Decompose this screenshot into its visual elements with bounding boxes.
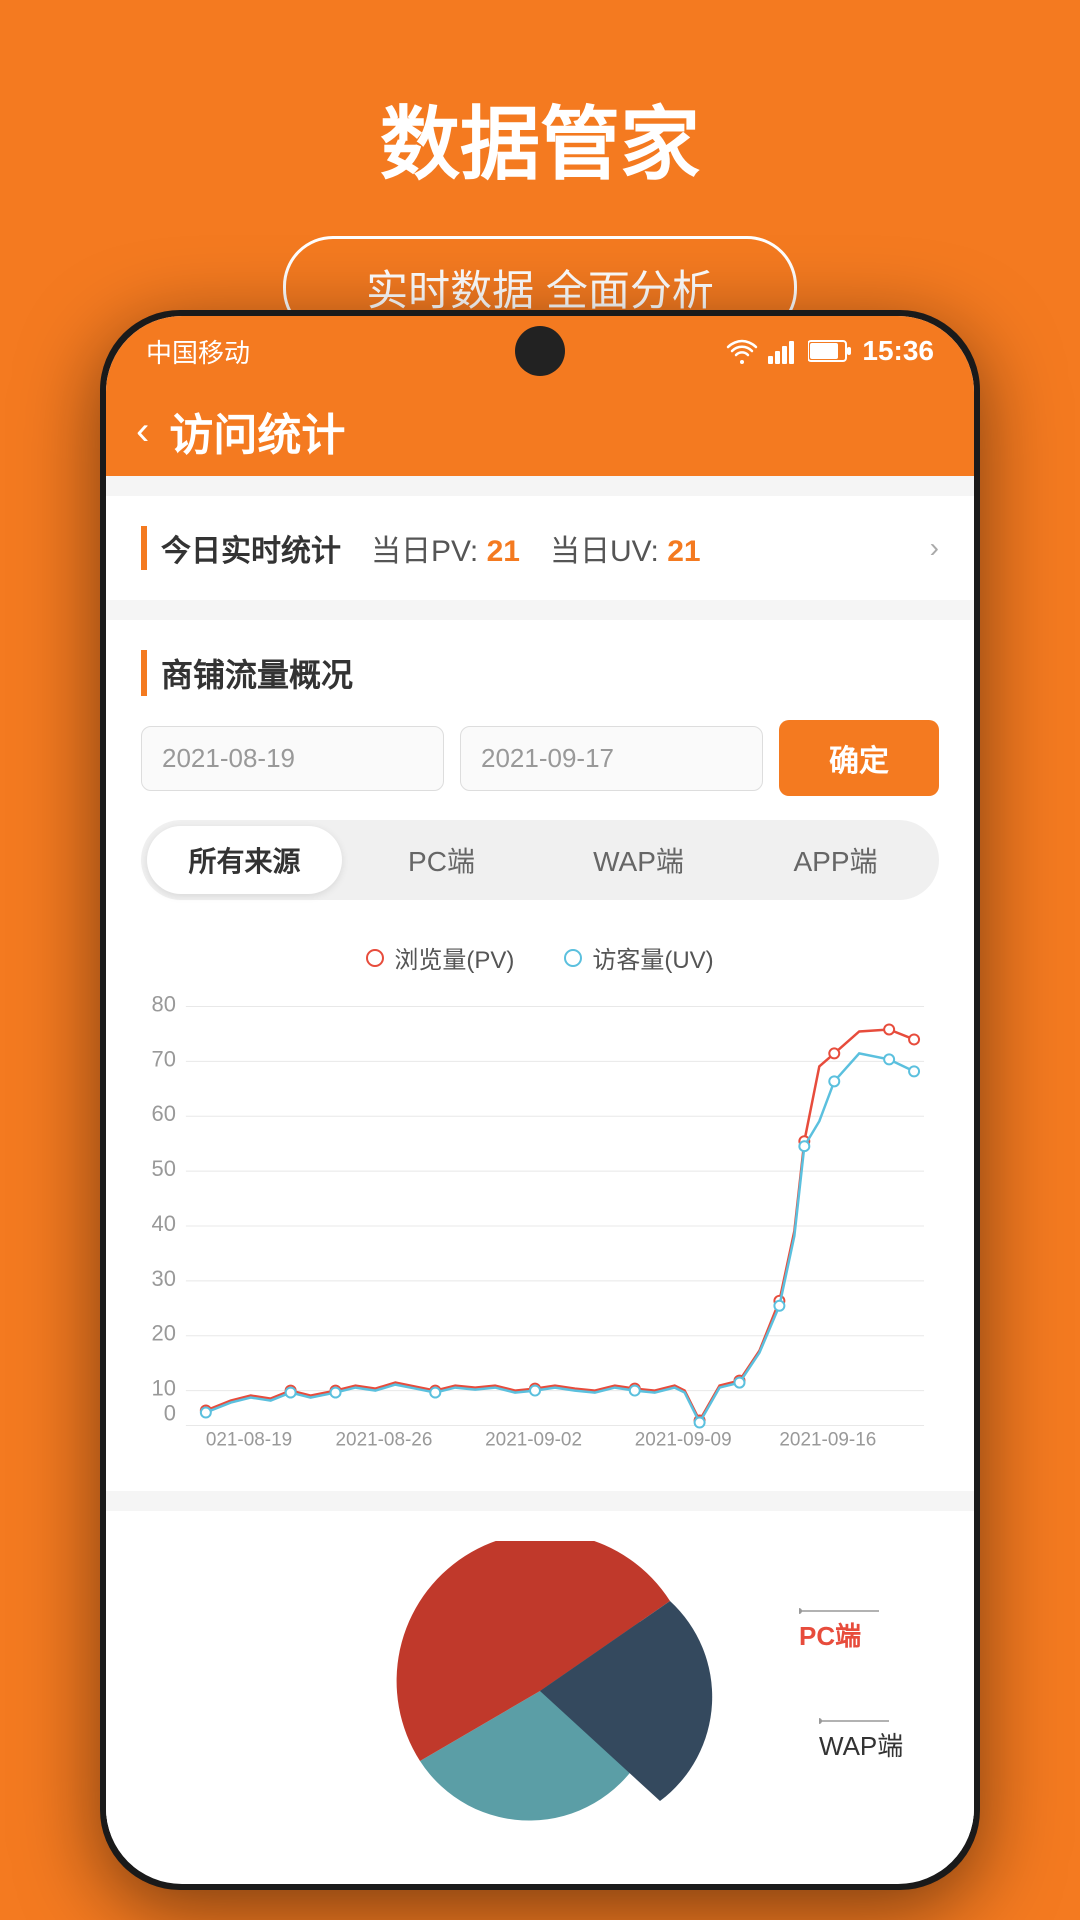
legend-pv-label: 浏览量(PV) xyxy=(394,940,514,975)
phone-frame: 中国移动 xyxy=(100,310,980,1890)
legend-pv: 浏览量(PV) xyxy=(366,940,514,975)
status-time: 15:36 xyxy=(862,335,934,367)
signal-icon xyxy=(768,338,798,364)
pv-label: 当日PV: xyxy=(371,535,478,568)
pc-label-area: PC端 xyxy=(799,1591,919,1653)
tab-wap[interactable]: WAP端 xyxy=(541,826,736,894)
svg-text:20: 20 xyxy=(152,1321,176,1346)
uv-legend-dot xyxy=(564,949,582,967)
legend-uv-label: 访客量(UV) xyxy=(592,940,713,975)
status-icons: 15:36 xyxy=(726,335,934,367)
camera-notch xyxy=(515,326,565,376)
svg-text:021-08-19: 021-08-19 xyxy=(206,1429,292,1450)
svg-text:2021-08-26: 2021-08-26 xyxy=(336,1429,433,1450)
nav-title: 访问统计 xyxy=(169,399,345,463)
page-bg: 数据管家 实时数据 全面分析 中国移动 xyxy=(0,0,1080,1920)
svg-text:50: 50 xyxy=(152,1156,176,1181)
carrier-text: 中国移动 xyxy=(146,333,250,370)
date-confirm-button[interactable]: 确定 xyxy=(779,720,939,796)
pv-stat: 当日PV: 21 xyxy=(371,526,520,570)
nav-bar: ‹ 访问统计 xyxy=(106,386,974,476)
stats-arrow[interactable]: › xyxy=(930,532,939,564)
phone-inner: 中国移动 xyxy=(106,316,974,1884)
pv-value: 21 xyxy=(487,535,520,568)
date-start-input[interactable]: 2021-08-19 xyxy=(141,726,444,791)
line-chart-svg: 80 70 60 50 40 30 20 10 0 xyxy=(141,991,939,1451)
uv-label: 当日UV: xyxy=(550,535,659,568)
legend-uv: 访客量(UV) xyxy=(564,940,713,975)
date-range-row: 2021-08-19 2021-09-17 确定 xyxy=(141,720,939,796)
svg-text:30: 30 xyxy=(152,1266,176,1291)
status-bar: 中国移动 xyxy=(106,316,974,386)
chart-container: 80 70 60 50 40 30 20 10 0 xyxy=(141,991,939,1451)
wifi-icon xyxy=(726,338,758,364)
svg-text:2021-09-09: 2021-09-09 xyxy=(635,1429,732,1450)
svg-text:40: 40 xyxy=(152,1211,176,1236)
svg-text:60: 60 xyxy=(152,1101,176,1126)
pie-chart-container: PC端 WAP端 xyxy=(141,1541,939,1841)
content-area: 今日实时统计 当日PV: 21 当日UV: 21 › 商铺流量 xyxy=(106,476,974,1871)
pie-chart-section: PC端 WAP端 xyxy=(106,1511,974,1871)
traffic-title: 商铺流量概况 xyxy=(141,650,939,696)
today-label: 今日实时统计 xyxy=(141,526,341,570)
today-stats-row: 今日实时统计 当日PV: 21 当日UV: 21 › xyxy=(141,526,939,570)
svg-text:2021-09-16: 2021-09-16 xyxy=(779,1429,876,1450)
svg-text:2021-09-02: 2021-09-02 xyxy=(485,1429,582,1450)
tab-pc[interactable]: PC端 xyxy=(344,826,539,894)
svg-text:80: 80 xyxy=(152,992,176,1017)
date-end-input[interactable]: 2021-09-17 xyxy=(460,726,763,791)
uv-stat: 当日UV: 21 xyxy=(550,526,701,570)
chart-legend: 浏览量(PV) 访客量(UV) xyxy=(141,940,939,975)
svg-text:70: 70 xyxy=(152,1046,176,1071)
svg-text:0: 0 xyxy=(164,1401,176,1426)
tab-app[interactable]: APP端 xyxy=(738,826,933,894)
back-button[interactable]: ‹ xyxy=(136,409,149,454)
svg-text:10: 10 xyxy=(152,1376,176,1401)
chart-area: 浏览量(PV) 访客量(UV) 80 xyxy=(141,930,939,1461)
uv-value: 21 xyxy=(667,535,700,568)
pie-chart-svg xyxy=(340,1541,740,1841)
wap-label-area: WAP端 xyxy=(819,1701,919,1763)
traffic-card: 商铺流量概况 2021-08-19 2021-09-17 确定 所有来源 PC端… xyxy=(106,620,974,1491)
tab-all-source[interactable]: 所有来源 xyxy=(147,826,342,894)
battery-icon xyxy=(808,339,852,363)
pv-legend-dot xyxy=(366,949,384,967)
page-title: 数据管家 xyxy=(0,80,1080,196)
source-tabs: 所有来源 PC端 WAP端 APP端 xyxy=(141,820,939,900)
today-stats-card: 今日实时统计 当日PV: 21 当日UV: 21 › xyxy=(106,496,974,600)
